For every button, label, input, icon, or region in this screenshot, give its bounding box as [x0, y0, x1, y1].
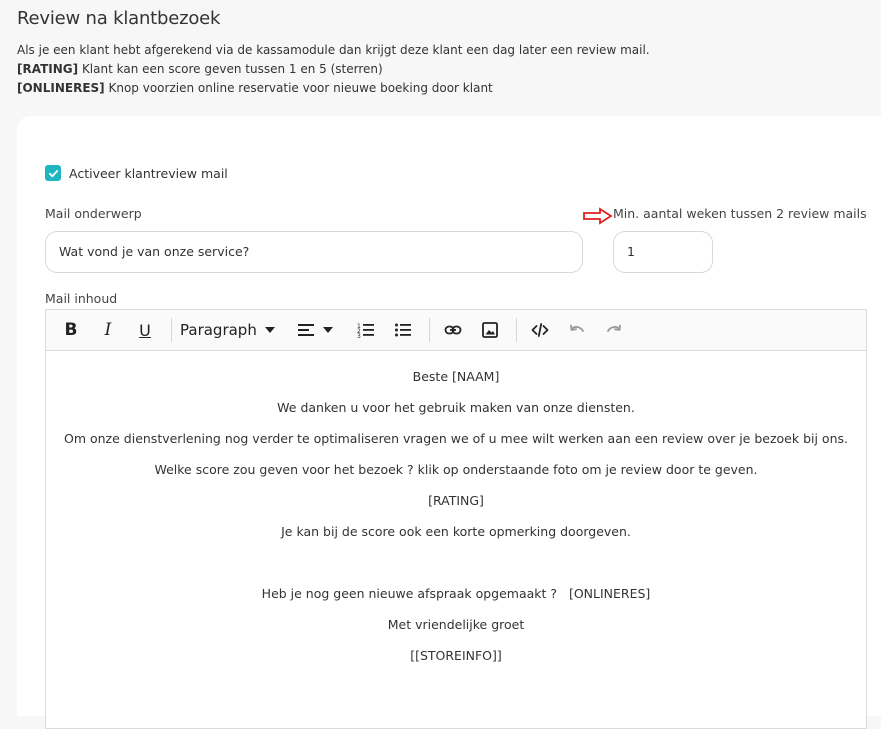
- svg-text:3: 3: [357, 333, 361, 339]
- editor-toolbar: B I U Paragraph 1 2 3: [46, 310, 866, 351]
- paragraph-dropdown[interactable]: Paragraph: [180, 315, 275, 345]
- content-line: We danken u voor het gebruik maken van o…: [277, 400, 635, 415]
- onlineres-text: Knop voorzien online reservatie voor nie…: [108, 81, 493, 95]
- toolbar-divider: [171, 318, 172, 342]
- activate-review-checkbox[interactable]: [45, 165, 61, 181]
- red-arrow-icon: [583, 207, 613, 225]
- check-icon: [48, 169, 58, 177]
- content-line: [46, 554, 866, 572]
- rating-text: Klant kan een score geven tussen 1 en 5 …: [81, 62, 383, 76]
- content-line: Om onze dienstverlening nog verder te op…: [64, 431, 848, 446]
- page-description: Als je een klant hebt afgerekend via de …: [17, 43, 650, 57]
- toolbar-divider: [515, 318, 517, 342]
- onlineres-tag: [ONLINERES]: [17, 81, 105, 95]
- bullet-list-icon[interactable]: [388, 315, 418, 345]
- link-icon[interactable]: [438, 315, 468, 345]
- settings-card: Activeer klantreview mail Mail onderwerp…: [17, 116, 881, 729]
- subject-input[interactable]: Wat vond je van onze service?: [45, 231, 583, 273]
- align-dropdown[interactable]: [297, 315, 333, 345]
- content-line: [[STOREINFO]]: [410, 648, 502, 663]
- min-weeks-label: Min. aantal weken tussen 2 review mails: [613, 206, 867, 221]
- content-line: Je kan bij de score ook een korte opmerk…: [281, 524, 631, 539]
- paragraph-dropdown-label: Paragraph: [180, 321, 257, 339]
- toolbar-divider: [428, 318, 430, 342]
- content-line: Beste [NAAM]: [412, 369, 500, 384]
- min-weeks-input[interactable]: 1: [613, 231, 713, 273]
- chevron-down-icon: [264, 327, 275, 333]
- redo-icon[interactable]: [599, 315, 629, 345]
- bold-icon[interactable]: B: [56, 315, 86, 345]
- activate-review-label: Activeer klantreview mail: [69, 165, 228, 181]
- page-header: Review na klantbezoek Als je een klant h…: [17, 8, 877, 98]
- page-title: Review na klantbezoek: [17, 8, 221, 29]
- undo-icon[interactable]: [562, 315, 592, 345]
- align-left-icon: [297, 324, 314, 336]
- image-icon[interactable]: [475, 315, 505, 345]
- content-line: Met vriendelijke groet: [387, 617, 525, 632]
- subject-label: Mail onderwerp: [45, 206, 142, 221]
- content-label: Mail inhoud: [45, 291, 118, 306]
- content-line: [RATING]: [428, 493, 484, 508]
- chevron-down-icon: [322, 327, 333, 333]
- underline-icon[interactable]: U: [130, 315, 160, 345]
- content-line: Heb je nog geen nieuwe afspraak opgemaak…: [261, 586, 651, 601]
- onlineres-legend: [ONLINERES] Knop voorzien online reserva…: [17, 79, 877, 98]
- activate-review-row[interactable]: Activeer klantreview mail: [45, 165, 228, 181]
- rating-legend: [RATING] Klant kan een score geven tusse…: [17, 60, 877, 79]
- code-icon[interactable]: [525, 315, 555, 345]
- numbered-list-icon[interactable]: 1 2 3: [351, 315, 381, 345]
- editor-body[interactable]: Beste [NAAM] We danken u voor het gebrui…: [46, 351, 866, 665]
- italic-icon[interactable]: I: [93, 315, 123, 345]
- content-line: Welke score zou geven voor het bezoek ? …: [154, 462, 758, 477]
- mail-content-editor[interactable]: B I U Paragraph 1 2 3 Beste [NAAM] We da…: [45, 309, 867, 729]
- rating-tag: [RATING]: [17, 62, 79, 76]
